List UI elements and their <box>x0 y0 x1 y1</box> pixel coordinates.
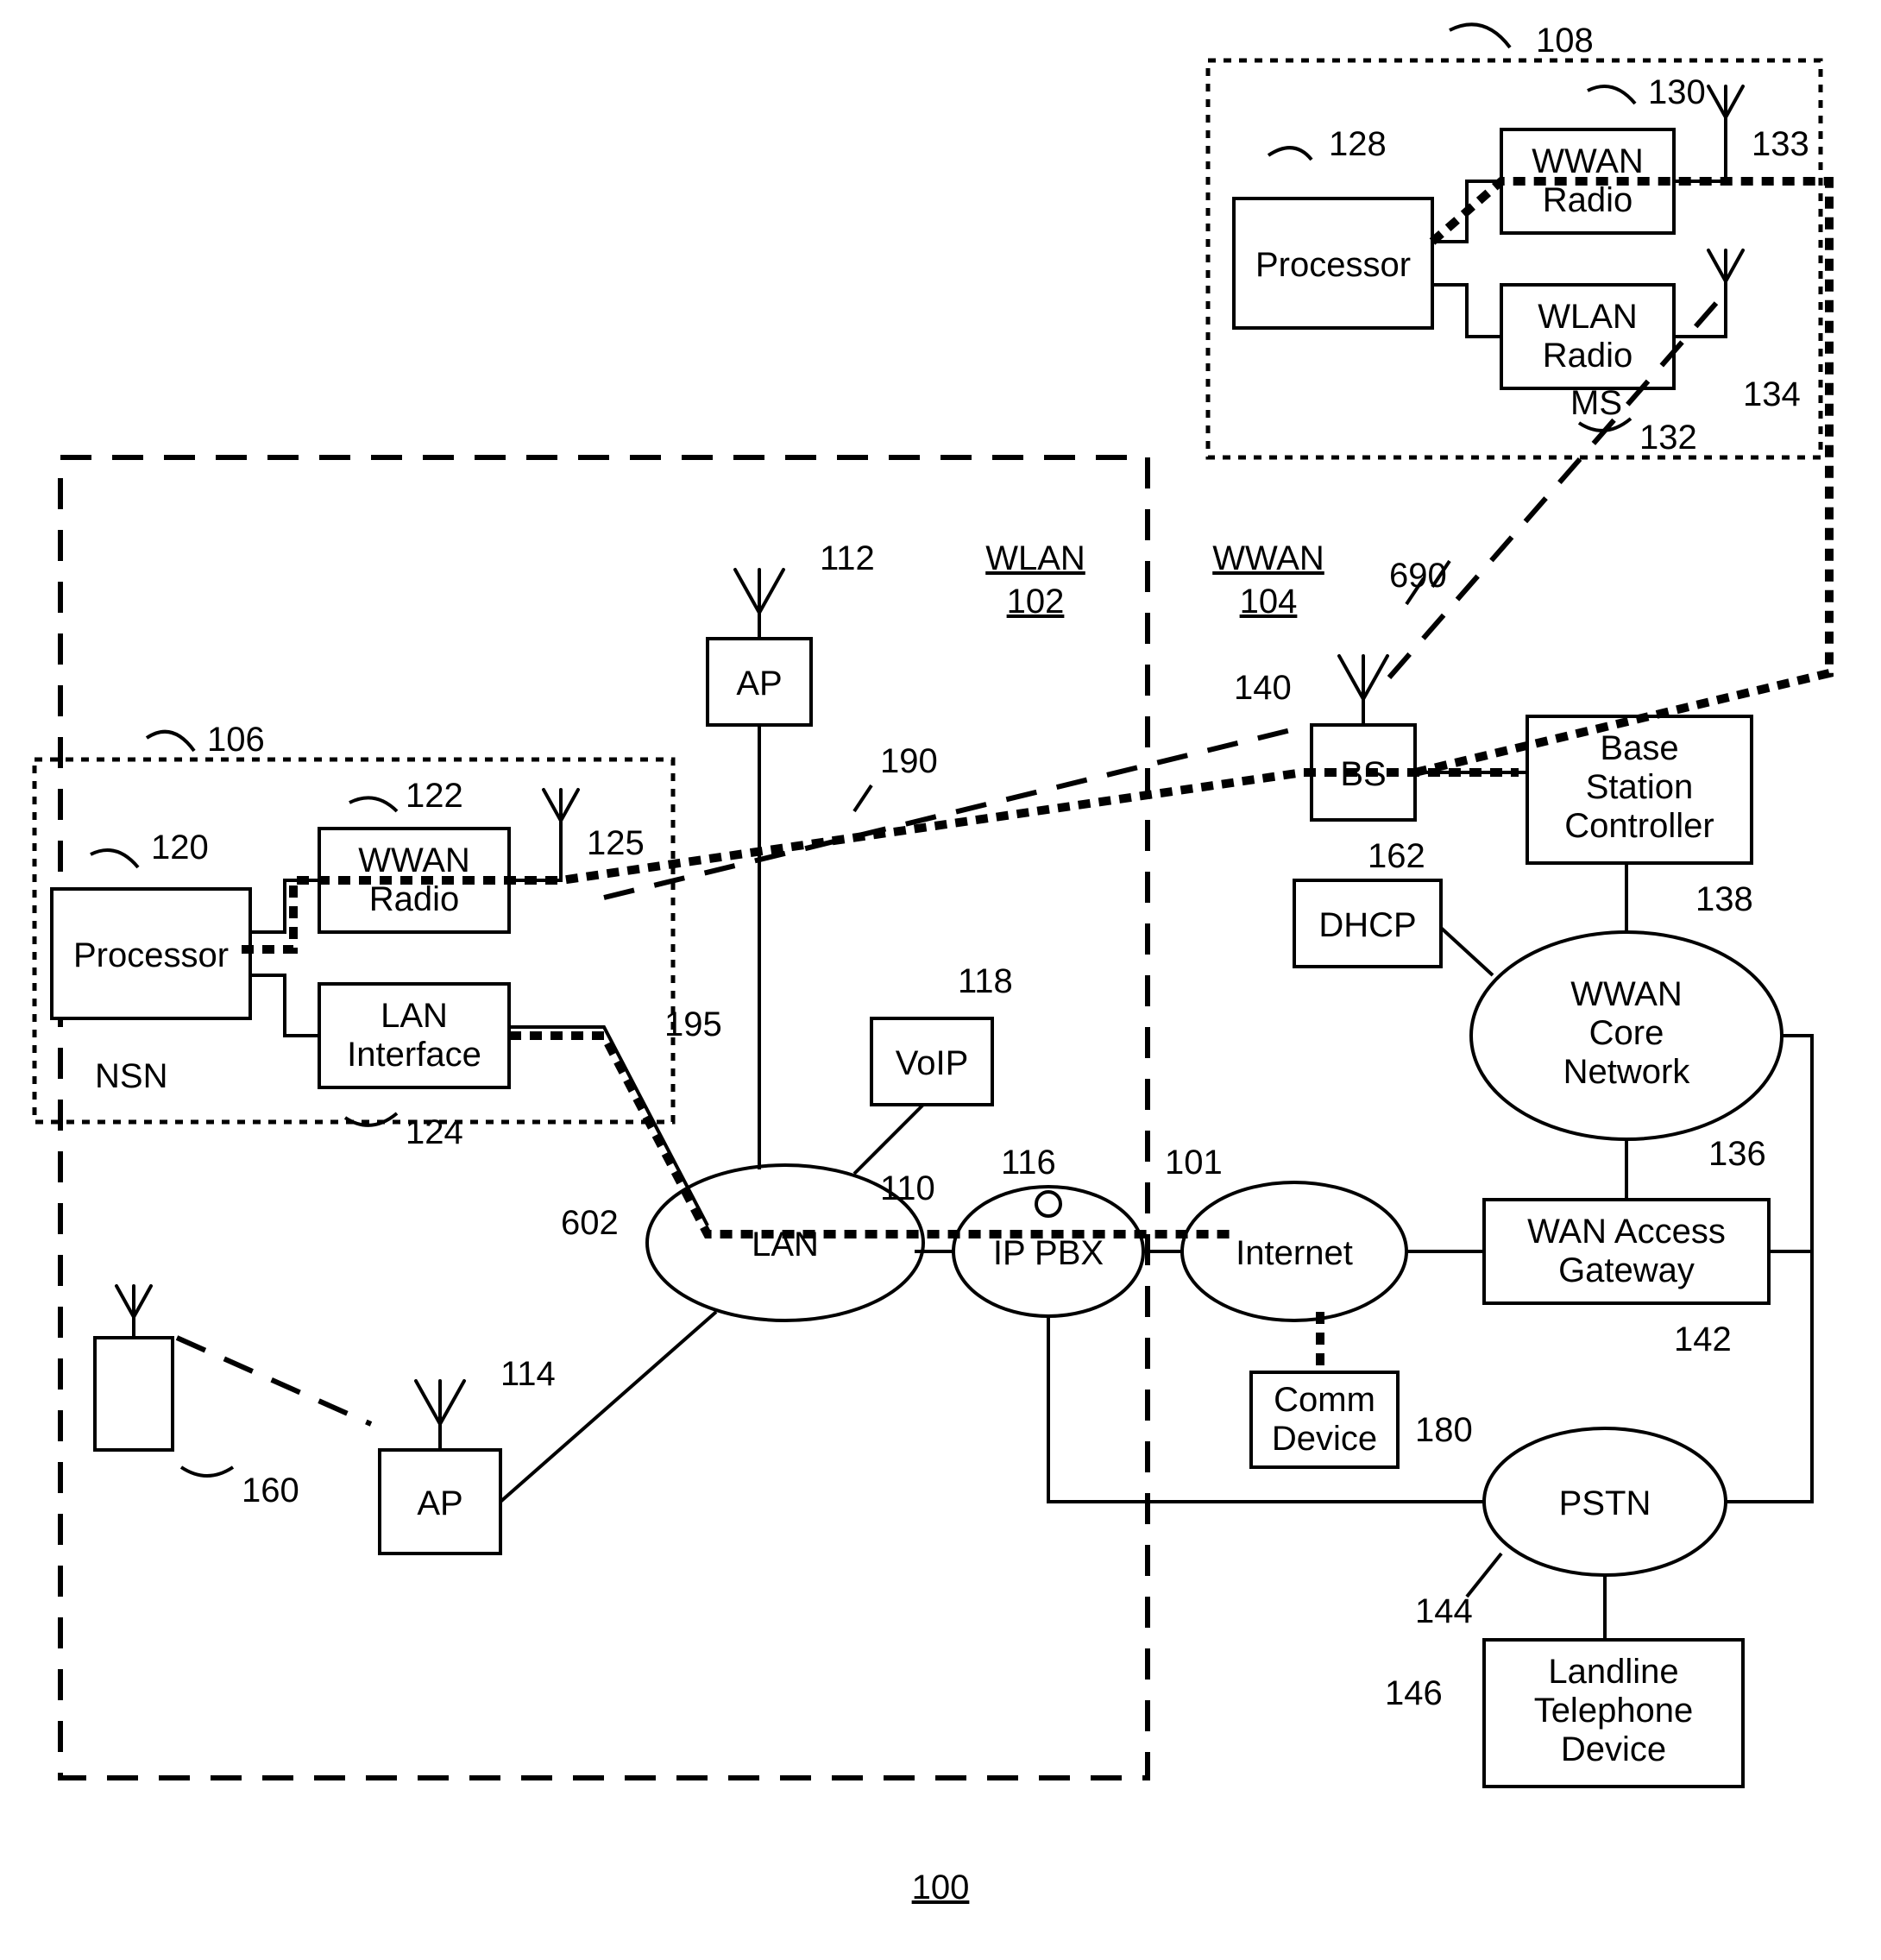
link-voip-lan <box>854 1105 923 1174</box>
nsn-proc-ref: 120 <box>151 829 209 867</box>
voip-label: VoIP <box>896 1044 969 1082</box>
pstn-ref: 144 <box>1415 1592 1473 1630</box>
wag2: Gateway <box>1558 1251 1695 1289</box>
wwan-label: WWAN <box>1212 539 1324 577</box>
nsn-lanif2: Interface <box>347 1036 481 1074</box>
ms-ref: 108 <box>1536 22 1594 60</box>
dhcp-label: DHCP <box>1318 906 1416 944</box>
ext-dev-box <box>95 1338 173 1450</box>
nsn-wwan2: Radio <box>369 880 460 918</box>
land1: Landline <box>1548 1653 1678 1691</box>
land-ref: 146 <box>1385 1674 1443 1712</box>
core2: Core <box>1589 1014 1664 1052</box>
ms-wlan2: Radio <box>1543 337 1633 375</box>
voip-ref: 118 <box>958 962 1013 1000</box>
ms-wlan1: WLAN <box>1538 298 1638 336</box>
bs-ref: 140 <box>1234 669 1292 707</box>
ippbx-ref: 116 <box>1001 1144 1056 1182</box>
ap2-label: AP <box>417 1484 462 1522</box>
dhcp-ref: 162 <box>1368 837 1425 875</box>
link-core-wag-side <box>1782 1036 1812 1251</box>
nsn-lanif-ref: 124 <box>406 1113 463 1151</box>
nsn-ref: 106 <box>207 721 265 759</box>
ref-602: 602 <box>561 1204 619 1242</box>
wlan-boundary <box>60 457 1148 1778</box>
core1: WWAN <box>1570 975 1683 1013</box>
land3: Device <box>1561 1730 1666 1768</box>
ms-wwan2: Radio <box>1543 181 1633 219</box>
wlan-ref: 102 <box>1007 583 1065 621</box>
pstn-label: PSTN <box>1559 1484 1651 1522</box>
ap1-label: AP <box>736 665 782 703</box>
ms-wwan-ant-ref: 133 <box>1752 125 1809 163</box>
wag-ref: 142 <box>1674 1320 1732 1358</box>
ms-group: MS 108 Processor 128 WWAN Radio 130 133 … <box>1208 22 1821 457</box>
ref-195: 195 <box>664 1005 722 1043</box>
ms-wlan-ref: 132 <box>1639 419 1697 457</box>
nsn-wwan-ant-ref: 125 <box>587 824 645 862</box>
path-ms-bs <box>1415 181 1829 772</box>
nsn-group: NSN 106 Processor 120 WWAN Radio 122 125… <box>35 721 673 1151</box>
bsc2: Station <box>1586 768 1694 806</box>
wag1: WAN Access <box>1527 1213 1726 1251</box>
bsc3: Controller <box>1564 807 1714 845</box>
land2: Telephone <box>1534 1692 1694 1730</box>
lan-ref: 110 <box>880 1169 935 1207</box>
ext-dev-ref: 160 <box>242 1472 299 1509</box>
ms-proc-ref: 128 <box>1329 125 1387 163</box>
ap2-ref: 114 <box>500 1355 556 1393</box>
bsc1: Base <box>1600 729 1678 767</box>
core3: Network <box>1563 1053 1691 1091</box>
comm-ref: 180 <box>1415 1411 1473 1449</box>
comm1: Comm <box>1274 1381 1375 1419</box>
nsn-wwan-ref: 122 <box>406 777 463 815</box>
wwan-ref: 104 <box>1240 583 1298 621</box>
internet-ref: 101 <box>1165 1144 1223 1182</box>
core-ref: 136 <box>1708 1135 1766 1173</box>
figure-number: 100 <box>912 1869 970 1906</box>
ms-wwan1: WWAN <box>1532 142 1644 180</box>
ext-dev-link <box>177 1338 371 1424</box>
wlan-label: WLAN <box>985 539 1085 577</box>
comm2: Device <box>1272 1420 1377 1458</box>
nsn-wwan1: WWAN <box>358 841 470 879</box>
ippbx-label: IP PBX <box>993 1234 1104 1272</box>
internet-label: Internet <box>1236 1234 1353 1272</box>
bs-antenna-icon <box>1339 656 1387 725</box>
bsc-ref: 138 <box>1695 880 1753 918</box>
ref-190: 190 <box>880 742 938 780</box>
ms-wlan-ant-ref: 134 <box>1743 375 1801 413</box>
nsn-processor: Processor <box>73 936 229 974</box>
ap2-antenna-icon <box>416 1381 464 1450</box>
ms-processor: Processor <box>1255 246 1411 284</box>
nsn-label: NSN <box>95 1057 167 1095</box>
link-dhcp-core <box>1441 928 1493 975</box>
ms-wwan-ref: 130 <box>1648 73 1706 111</box>
ext-dev-antenna-icon <box>116 1286 151 1338</box>
ap1-ref: 112 <box>820 539 875 577</box>
air-190 <box>604 729 1294 898</box>
ap1-antenna-icon <box>735 570 783 639</box>
link-ap2-lan <box>500 1312 716 1502</box>
nsn-lanif1: LAN <box>381 997 448 1035</box>
